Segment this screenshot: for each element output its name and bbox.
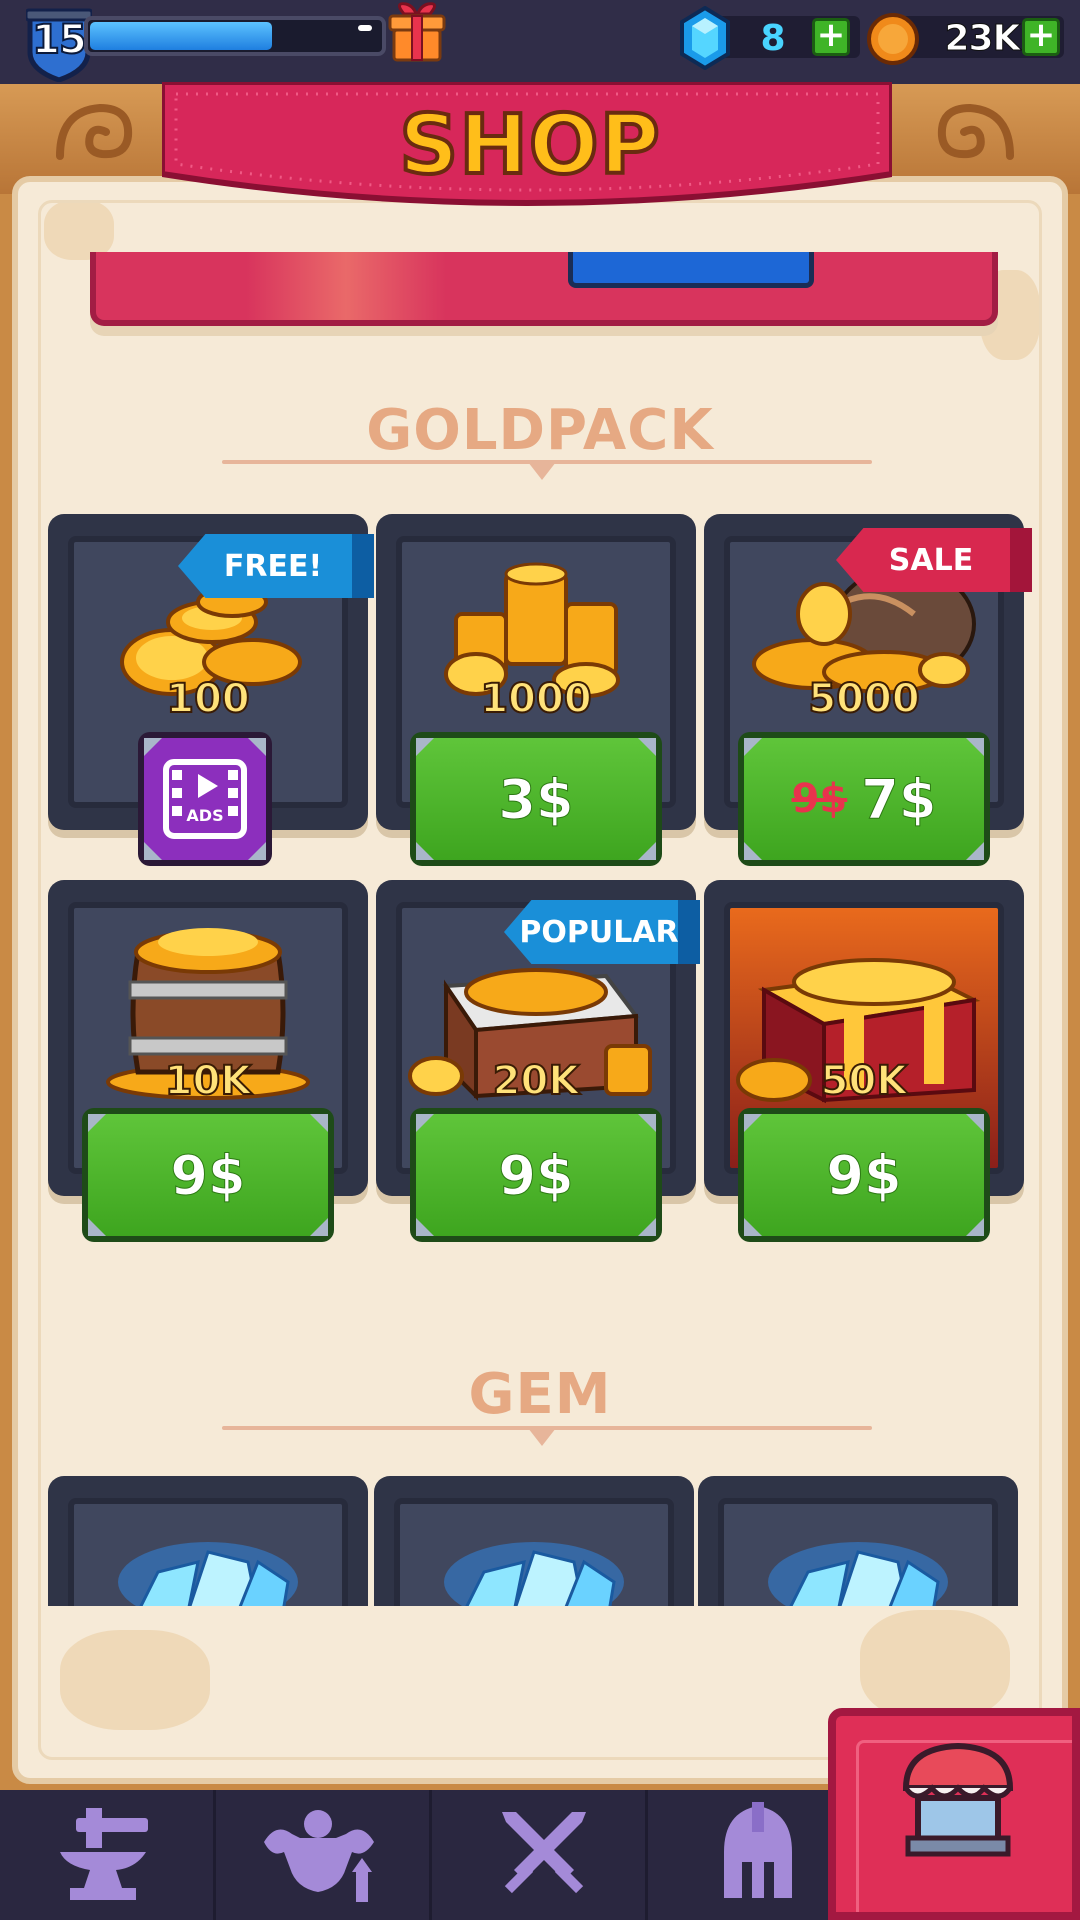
- old-price-label: 9$: [791, 776, 848, 822]
- divider-tip: [528, 1428, 556, 1446]
- watch-ads-button[interactable]: ADS: [138, 732, 272, 866]
- goldpack-amount: 5000: [807, 675, 920, 723]
- ribbon-label: FREE!: [223, 548, 323, 584]
- sale-ribbon: SALE: [836, 528, 1032, 592]
- offer-light-ray: [246, 252, 446, 320]
- price-label: 7$: [861, 767, 937, 831]
- goldpack-amount: 20K: [492, 1057, 581, 1105]
- nav-item-shop[interactable]: [828, 1708, 1080, 1920]
- gem-pile-icon: [118, 1542, 298, 1606]
- nav-item-forge[interactable]: [0, 1790, 216, 1920]
- crossed-swords-icon: [502, 1812, 586, 1894]
- price-label: 3$: [498, 767, 574, 831]
- shop-stall-icon: [902, 1742, 1014, 1857]
- goldpack-amount: 50K: [820, 1057, 909, 1105]
- page-title: SHOP: [397, 96, 662, 195]
- price-label: 9$: [498, 1143, 574, 1207]
- popular-ribbon: POPULAR: [504, 900, 700, 964]
- nav-item-upgrade[interactable]: [216, 1790, 432, 1920]
- buy-button-face: 9$: [88, 1114, 328, 1236]
- goldpack-amount: 10K: [164, 1057, 253, 1105]
- gem-pile-icon: [444, 1542, 624, 1606]
- shop-scroll-area[interactable]: GOLDPACK 100 ADS FREE! 1000 3$ 5000 9$ 7…: [0, 0, 1080, 1606]
- buy-button-face: 9$: [744, 1114, 984, 1236]
- muscle-upgrade-icon: [264, 1810, 374, 1902]
- buy-button[interactable]: 9$: [738, 1108, 990, 1242]
- buy-button[interactable]: 9$ 7$: [738, 732, 990, 866]
- ads-label: ADS: [186, 806, 224, 825]
- ribbon-label: SALE: [888, 542, 974, 578]
- buy-button[interactable]: 3$: [410, 732, 662, 866]
- nav-item-battle[interactable]: [432, 1790, 648, 1920]
- price-label: 9$: [170, 1143, 246, 1207]
- section-title-goldpack: GOLDPACK: [366, 398, 714, 463]
- free-ribbon: FREE!: [178, 534, 374, 598]
- ribbon-label: POPULAR: [519, 914, 679, 950]
- anvil-hammer-icon: [60, 1808, 148, 1900]
- price-label: 9$: [826, 1143, 902, 1207]
- gem-pack-card[interactable]: [48, 1476, 368, 1606]
- section-title-gem: GEM: [468, 1362, 612, 1427]
- buy-button-face: 3$: [416, 738, 656, 860]
- gem-pack-card[interactable]: [698, 1476, 1018, 1606]
- buy-button-face: 9$: [416, 1114, 656, 1236]
- gem-pile-icon: [768, 1542, 948, 1606]
- offer-buy-button[interactable]: [568, 252, 814, 288]
- gem-pack-card[interactable]: [374, 1476, 694, 1606]
- goldpack-amount: 100: [165, 675, 251, 723]
- buy-button-face: 9$ 7$: [744, 738, 984, 860]
- goldpack-amount: 1000: [479, 675, 592, 723]
- helmet-icon: [724, 1802, 792, 1898]
- featured-offer-card[interactable]: [90, 252, 998, 326]
- buy-button[interactable]: 9$: [410, 1108, 662, 1242]
- buy-button[interactable]: 9$: [82, 1108, 334, 1242]
- video-ads-icon: [163, 759, 247, 839]
- divider-tip: [528, 462, 556, 480]
